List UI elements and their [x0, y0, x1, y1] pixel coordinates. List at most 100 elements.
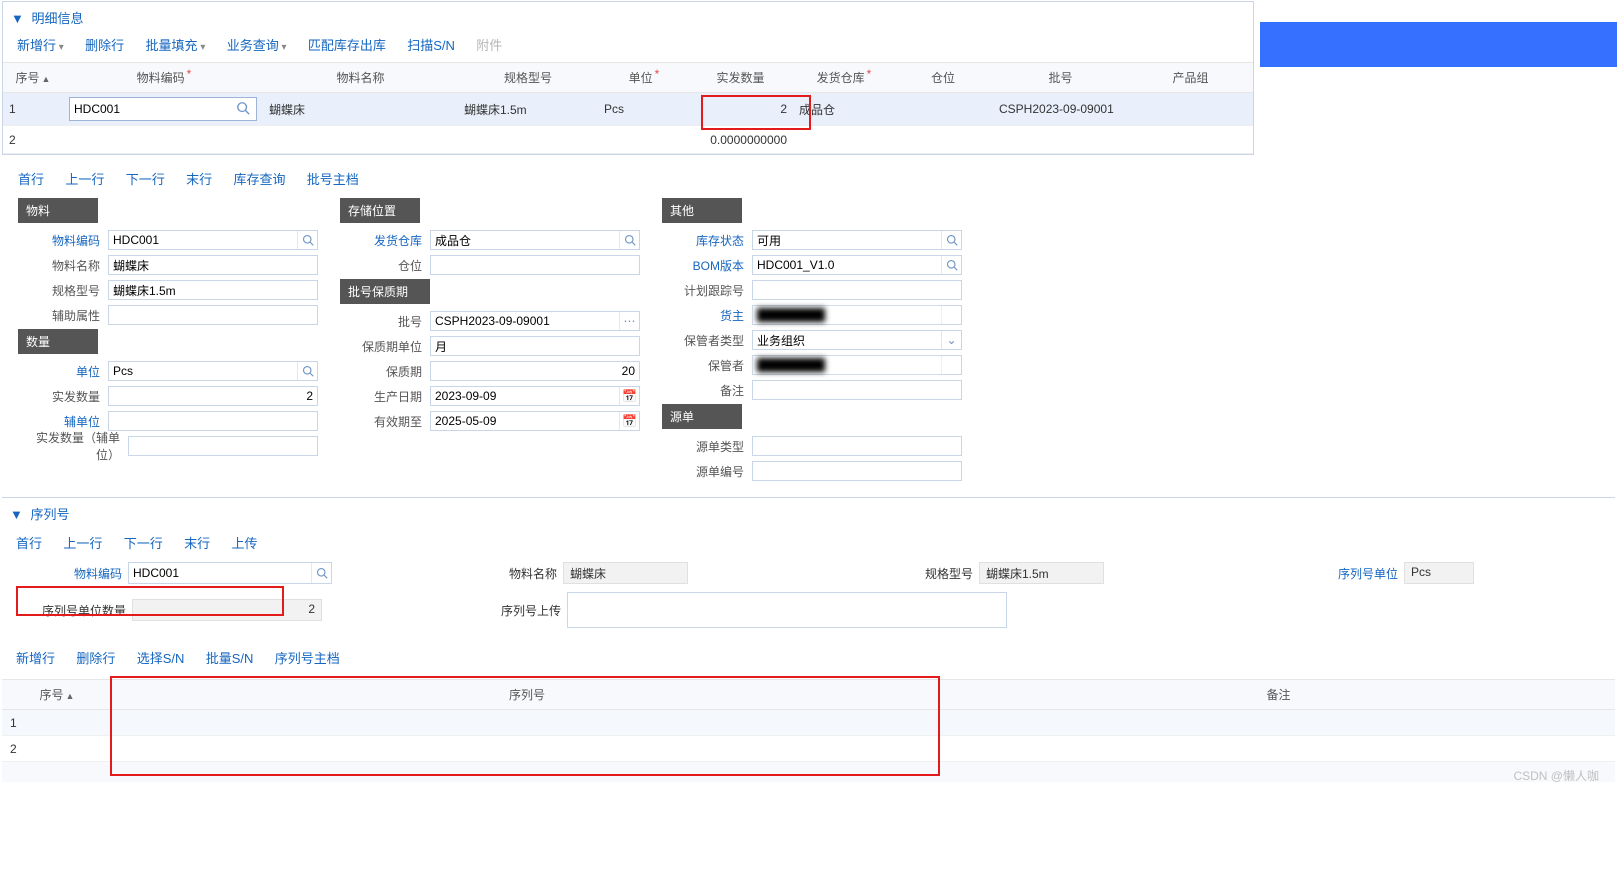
- table-row[interactable]: 1 蝴蝶床 蝴蝶床1.5m Pcs 2 成品仓 CSPH2023-09-0900…: [3, 93, 1253, 126]
- lbl-srctype: 源单类型: [662, 438, 752, 455]
- lbl-owner: 货主: [662, 307, 752, 324]
- sn-prev-link[interactable]: 上一行: [63, 533, 102, 552]
- lbl-keeper: 保管者: [662, 357, 752, 374]
- prev-row-link[interactable]: 上一行: [65, 169, 104, 188]
- lbl-shipwh: 发货仓库: [340, 232, 430, 249]
- attachment-btn[interactable]: 附件: [476, 35, 502, 54]
- table-row[interactable]: 2 0.0000000000: [3, 126, 1253, 154]
- fld-expdate[interactable]: [431, 414, 619, 428]
- sn-upload-box[interactable]: [567, 592, 1007, 628]
- last-row-link[interactable]: 末行: [186, 169, 212, 188]
- fld-actqty[interactable]: [109, 389, 317, 403]
- sn-col-seq[interactable]: 序号: [2, 680, 112, 710]
- calendar-icon[interactable]: 📅: [619, 412, 639, 430]
- fld-keepertype[interactable]: [753, 333, 941, 347]
- table-row[interactable]: 2: [2, 736, 1615, 762]
- fld-shipwh[interactable]: [431, 233, 619, 247]
- search-icon[interactable]: [941, 306, 961, 324]
- fld-aux[interactable]: [109, 308, 317, 322]
- sn-delrow-btn[interactable]: 删除行: [76, 648, 115, 667]
- detail-panel-header[interactable]: ▼ 明细信息: [3, 2, 1253, 31]
- detail-panel-title: 明细信息: [32, 11, 84, 26]
- fld-remark[interactable]: [753, 383, 961, 397]
- lbl-expdate: 有效期至: [340, 413, 430, 430]
- fld-owner[interactable]: [753, 308, 941, 322]
- col-shipwh[interactable]: 发货仓库: [793, 63, 893, 93]
- search-icon[interactable]: [619, 231, 639, 249]
- fld-bomver[interactable]: [753, 258, 941, 272]
- scan-sn-btn[interactable]: 扫描S/N: [407, 35, 455, 54]
- match-stock-btn[interactable]: 匹配库存出库: [308, 35, 386, 54]
- col-lot[interactable]: 批号: [993, 63, 1128, 93]
- fld-unit[interactable]: [109, 364, 297, 378]
- stock-query-link[interactable]: 库存查询: [233, 169, 285, 188]
- sn-next-link[interactable]: 下一行: [124, 533, 163, 552]
- cell-prodgrp: [1128, 93, 1253, 126]
- search-icon[interactable]: [941, 356, 961, 374]
- fld-stockstat[interactable]: [753, 233, 941, 247]
- fld-bin[interactable]: [431, 258, 639, 272]
- search-icon[interactable]: [236, 101, 252, 117]
- matcode-input[interactable]: [74, 102, 236, 116]
- cell-qty[interactable]: 0.0000000000: [688, 126, 793, 154]
- sn-select-btn[interactable]: 选择S/N: [137, 648, 185, 667]
- biz-query-btn[interactable]: 业务查询: [227, 35, 287, 54]
- fld-proddate[interactable]: [431, 389, 619, 403]
- fld-matcode[interactable]: [109, 233, 297, 247]
- col-matcode[interactable]: 物料编码: [63, 63, 263, 93]
- first-row-link[interactable]: 首行: [18, 169, 44, 188]
- sn-upload-link[interactable]: 上传: [231, 533, 257, 552]
- fld-sn-matcode[interactable]: [129, 566, 311, 580]
- more-icon[interactable]: ⋯: [619, 312, 639, 330]
- search-icon[interactable]: [297, 231, 317, 249]
- del-row-btn[interactable]: 删除行: [85, 35, 124, 54]
- add-row-btn[interactable]: 新增行: [17, 35, 64, 54]
- row-nav-bar: 首行 上一行 下一行 末行 库存查询 批号主档: [0, 163, 1617, 194]
- fld-matname[interactable]: [109, 258, 317, 272]
- sn-first-link[interactable]: 首行: [16, 533, 42, 552]
- lbl-sn-spec: 规格型号: [923, 565, 979, 582]
- cell-qty[interactable]: 2: [688, 93, 793, 126]
- cell-seq: 2: [3, 126, 63, 154]
- matcode-input-wrap[interactable]: [69, 97, 257, 121]
- fld-keeper[interactable]: [753, 358, 941, 372]
- sn-last-link[interactable]: 末行: [184, 533, 210, 552]
- search-icon[interactable]: [941, 231, 961, 249]
- table-row[interactable]: 1: [2, 710, 1615, 736]
- col-qty[interactable]: 实发数量: [688, 63, 793, 93]
- next-row-link[interactable]: 下一行: [126, 169, 165, 188]
- search-icon[interactable]: [297, 362, 317, 380]
- search-icon[interactable]: [311, 563, 331, 583]
- sn-addrow-btn[interactable]: 新增行: [16, 648, 55, 667]
- col-seq[interactable]: 序号: [3, 63, 63, 93]
- lbl-matcode: 物料编码: [18, 232, 108, 249]
- batch-fill-btn[interactable]: 批量填充: [146, 35, 206, 54]
- fld-actqtyaux[interactable]: [129, 439, 317, 453]
- chevron-down-icon[interactable]: ⌄: [941, 331, 961, 349]
- fld-trackno[interactable]: [753, 283, 961, 297]
- col-bin[interactable]: 仓位: [893, 63, 993, 93]
- lbl-bomver: BOM版本: [662, 257, 752, 274]
- fld-srcno[interactable]: [753, 464, 961, 478]
- fld-auxunit[interactable]: [109, 414, 317, 428]
- fld-spec[interactable]: [109, 283, 317, 297]
- fld-srctype[interactable]: [753, 439, 961, 453]
- sn-col-sn[interactable]: 序列号: [112, 680, 942, 710]
- fld-lot[interactable]: [431, 314, 619, 328]
- fld-shelf[interactable]: [431, 364, 639, 378]
- fld-shelfunit[interactable]: [431, 339, 639, 353]
- ro-sn-matname: 蝴蝶床: [563, 562, 688, 584]
- sn-col-remark[interactable]: 备注: [942, 680, 1615, 710]
- col-matname[interactable]: 物料名称: [263, 63, 458, 93]
- lot-master-link[interactable]: 批号主档: [307, 169, 359, 188]
- sn-batch-btn[interactable]: 批量S/N: [206, 648, 254, 667]
- sn-panel-header[interactable]: ▼ 序列号: [2, 498, 1615, 527]
- sn-master-btn[interactable]: 序列号主档: [275, 648, 340, 667]
- calendar-icon[interactable]: 📅: [619, 387, 639, 405]
- col-unit[interactable]: 单位: [598, 63, 688, 93]
- col-prodgrp[interactable]: 产品组: [1128, 63, 1253, 93]
- col-spec[interactable]: 规格型号: [458, 63, 598, 93]
- lbl-stockstat: 库存状态: [662, 232, 752, 249]
- lbl-auxunit: 辅单位: [18, 413, 108, 430]
- search-icon[interactable]: [941, 256, 961, 274]
